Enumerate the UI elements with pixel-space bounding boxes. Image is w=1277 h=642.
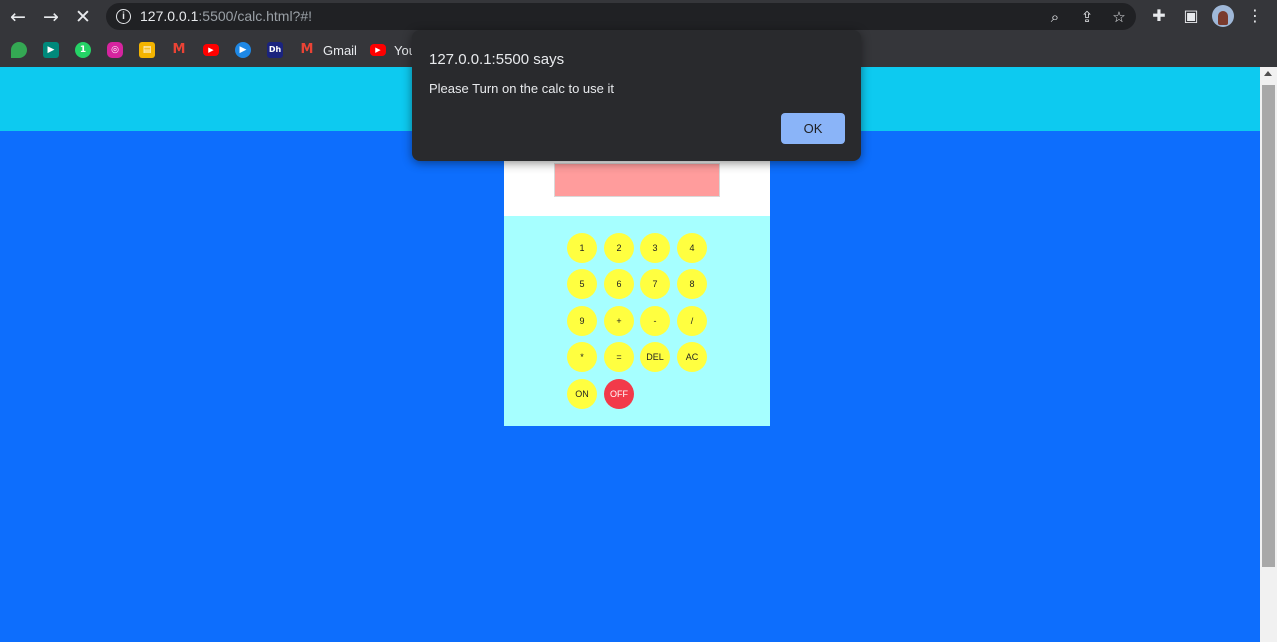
forward-arrow-icon[interactable]: → [38, 5, 64, 29]
address-bar[interactable]: i 127.0.0.1:5500/calc.html?#! ⌕ ⇪ ☆ [106, 3, 1136, 30]
bookmark-play[interactable]: ▶ [235, 40, 259, 60]
share-icon[interactable]: ⇪ [1078, 8, 1096, 26]
bookmark-gmail-2[interactable]: M Gmail [299, 40, 357, 60]
bookmark-gmail-1[interactable]: M [171, 40, 195, 60]
bookmark-classroom[interactable]: ▤ [139, 40, 163, 60]
key-all-clear[interactable]: AC [677, 342, 707, 372]
dh-icon: Dh [267, 42, 283, 58]
scroll-up-arrow-icon[interactable] [1264, 71, 1272, 76]
address-url[interactable]: 127.0.0.1:5500/calc.html?#! [140, 8, 312, 24]
dialog-title: 127.0.0.1:5500 says [429, 51, 565, 68]
bookmark-maps[interactable] [11, 40, 35, 60]
scrollbar-thumb[interactable] [1262, 85, 1275, 567]
key-on[interactable]: ON [567, 379, 597, 409]
gmail-icon: M [172, 42, 186, 57]
key-delete[interactable]: DEL [640, 342, 670, 372]
key-3[interactable]: 3 [640, 233, 670, 263]
extensions-icon[interactable]: ✚ [1149, 6, 1169, 26]
maps-icon [11, 42, 27, 58]
whatsapp-icon: 1 [75, 42, 91, 58]
calculator-keypad: 1 2 3 4 5 6 7 8 9 + - / * = DEL AC ON OF… [504, 216, 770, 426]
meet-icon: ▶ [43, 42, 59, 58]
side-panel-icon[interactable]: ▣ [1181, 6, 1201, 26]
gmail-icon: M [300, 42, 314, 57]
site-info-icon[interactable]: i [116, 9, 131, 24]
bookmark-whatsapp[interactable]: 1 [75, 40, 99, 60]
key-9[interactable]: 9 [567, 306, 597, 336]
bookmark-meet[interactable]: ▶ [43, 40, 67, 60]
key-plus[interactable]: + [604, 306, 634, 336]
bookmark-star-icon[interactable]: ☆ [1110, 8, 1128, 26]
calculator-display [554, 163, 720, 197]
stop-loading-icon[interactable]: ✕ [70, 5, 96, 29]
ok-button[interactable]: OK [781, 113, 845, 144]
key-6[interactable]: 6 [604, 269, 634, 299]
youtube-icon: ▶ [370, 44, 386, 56]
key-2[interactable]: 2 [604, 233, 634, 263]
key-4[interactable]: 4 [677, 233, 707, 263]
bookmark-dh[interactable]: Dh [267, 40, 291, 60]
zoom-icon[interactable]: ⌕ [1046, 8, 1064, 26]
key-minus[interactable]: - [640, 306, 670, 336]
key-7[interactable]: 7 [640, 269, 670, 299]
url-path: :5500/calc.html?#! [198, 8, 313, 24]
dialog-message: Please Turn on the calc to use it [429, 81, 614, 96]
key-equals[interactable]: = [604, 342, 634, 372]
alert-dialog: 127.0.0.1:5500 says Please Turn on the c… [412, 30, 861, 161]
page-scrollbar[interactable] [1260, 67, 1277, 642]
url-host: 127.0.0.1 [140, 8, 199, 24]
bookmark-instagram[interactable]: ◎ [107, 40, 131, 60]
key-8[interactable]: 8 [677, 269, 707, 299]
bookmark-youtube-2[interactable]: ▶ You [370, 40, 416, 60]
back-arrow-icon[interactable]: ← [5, 5, 31, 29]
more-menu-icon[interactable]: ⋮ [1245, 6, 1265, 26]
bookmark-label: Gmail [323, 42, 357, 58]
profile-avatar[interactable] [1212, 5, 1234, 27]
instagram-icon: ◎ [107, 42, 123, 58]
key-divide[interactable]: / [677, 306, 707, 336]
play-icon: ▶ [235, 42, 251, 58]
key-5[interactable]: 5 [567, 269, 597, 299]
key-1[interactable]: 1 [567, 233, 597, 263]
bookmark-youtube-1[interactable]: ▶ [203, 40, 227, 60]
browser-toolbar: ← → ✕ i 127.0.0.1:5500/calc.html?#! ⌕ ⇪ … [0, 0, 1277, 33]
key-off[interactable]: OFF [604, 379, 634, 409]
key-multiply[interactable]: * [567, 342, 597, 372]
youtube-icon: ▶ [203, 44, 219, 56]
classroom-icon: ▤ [139, 42, 155, 58]
